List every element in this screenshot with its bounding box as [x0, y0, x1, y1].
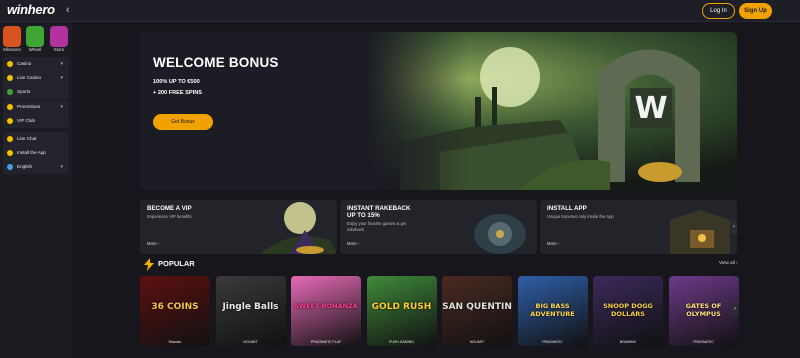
sidebar-item-label: Casino	[17, 61, 32, 66]
sidebar-item-label: English	[17, 164, 33, 169]
game-provider: PRAGMATIC PLAY	[310, 340, 342, 344]
promo-title: BECOME A VIP	[147, 205, 192, 212]
popular-section-title: POPULAR	[158, 259, 195, 268]
hero-offer-line1: 100% UP TO €500	[153, 79, 200, 85]
game-title: SWEET BONANZA	[294, 302, 358, 310]
promo-more-link[interactable]: More ›	[547, 241, 559, 246]
game-title: SAN QUENTIN	[442, 302, 512, 312]
game-card[interactable]: Jingle Balls NOLIMIT	[215, 276, 286, 346]
store-quick-link-icon[interactable]	[50, 26, 68, 47]
game-card[interactable]: GOLD RUSH PUSH GAMING	[366, 276, 437, 346]
hero-title: WELCOME BONUS	[153, 55, 279, 70]
missions-quick-link-icon[interactable]	[3, 26, 21, 47]
game-title: BIG BASS ADVENTURE	[530, 302, 575, 318]
sidebar-item-casino[interactable]: Casino ▾	[3, 57, 69, 71]
wheel-quick-link-label: Wheel	[28, 47, 42, 52]
game-card[interactable]: GATES OF OLYMPUS PRAGMATIC	[668, 276, 739, 346]
casino-icon	[7, 61, 13, 67]
sidebar-item-promotions[interactable]: Promotions ▾	[3, 100, 69, 114]
sidebar-item-english[interactable]: English ▾	[3, 160, 69, 174]
sidebar-group: Live Chat Install the App English ▾	[3, 132, 69, 174]
game-provider: PRAGMATIC	[542, 340, 563, 344]
chevron-down-icon[interactable]: ▾	[60, 57, 63, 71]
lightning-icon	[144, 258, 154, 271]
sidebar-item-vip-club[interactable]: VIP Club	[3, 114, 69, 128]
game-card[interactable]: SAN QUENTIN NOLIMIT	[442, 276, 512, 346]
sidebar-item-label: Sports	[17, 89, 31, 94]
promo-subtitle: Enjoy your favorite games & get rakeback	[347, 221, 407, 232]
signup-button[interactable]: Sign Up	[739, 3, 772, 19]
collapse-sidebar-icon[interactable]: ‹	[66, 4, 70, 16]
promo-card-rakeback[interactable]: INSTANT RAKEBACK UP TO 15% Enjoy your fa…	[340, 200, 537, 254]
promo-title: INSTANT RAKEBACK UP TO 15%	[347, 205, 411, 219]
main-content: W WELCOME BONUS 100% UP TO €500 + 200 FR…	[72, 22, 800, 358]
sidebar-item-install-the-app[interactable]: Install the App	[3, 146, 69, 160]
promo-more-link[interactable]: More ›	[147, 241, 159, 246]
promo-title: INSTALL APP	[547, 205, 587, 212]
live-casino-icon	[7, 75, 13, 81]
sidebar-item-sports[interactable]: Sports	[3, 85, 69, 99]
sidebar-item-label: Live Casino	[17, 75, 42, 80]
game-provider: NOLIMIT	[243, 340, 258, 344]
crown-icon	[7, 118, 13, 124]
missions-quick-link-label: Missions	[3, 47, 21, 52]
sidebar-item-label: Install the App	[17, 150, 46, 155]
sidebar-group: Promotions ▾ VIP Club	[3, 100, 69, 128]
game-title: 36 COINS	[151, 302, 199, 312]
promo-card-install-app[interactable]: INSTALL APP Unique bonuses only inside t…	[540, 200, 737, 254]
game-card[interactable]: SNOOP DOGG DOLLARS BGAMING	[593, 276, 663, 346]
promotions-icon	[7, 104, 13, 110]
game-card[interactable]: BIG BASS ADVENTURE PRAGMATIC	[517, 276, 588, 346]
sports-icon	[7, 89, 13, 95]
promo-next-arrow[interactable]: ›	[731, 221, 737, 234]
wheel-quick-link-icon[interactable]	[26, 26, 44, 47]
game-provider: BGAMING	[619, 340, 637, 344]
game-title: Jingle Balls	[222, 302, 279, 312]
game-provider: NOLIMIT	[469, 340, 485, 344]
sidebar-group: Casino ▾ Live Casino ▾ Sports	[3, 57, 69, 99]
chevron-down-icon[interactable]: ▾	[60, 100, 63, 114]
promo-more-link[interactable]: More ›	[347, 241, 359, 246]
welcome-bonus-banner[interactable]: W WELCOME BONUS 100% UP TO €500 + 200 FR…	[140, 32, 737, 190]
game-provider: PRAGMATIC	[693, 340, 714, 344]
game-card[interactable]: SWEET BONANZA PRAGMATIC PLAY	[291, 276, 361, 346]
login-button[interactable]: Log In	[702, 3, 735, 19]
sidebar-item-live-chat[interactable]: Live Chat	[3, 132, 69, 146]
games-next-arrow[interactable]: ›	[732, 303, 738, 316]
globe-icon	[7, 164, 13, 170]
game-title: SNOOP DOGG DOLLARS	[603, 302, 653, 318]
game-card[interactable]: 36 COINS Wazdan	[140, 276, 210, 346]
top-bar: winhero ‹ Log In Sign Up	[0, 0, 800, 22]
chevron-down-icon[interactable]: ▾	[60, 160, 63, 174]
game-title: GOLD RUSH	[371, 302, 432, 312]
sidebar-item-label: Live Chat	[17, 136, 37, 141]
sidebar-item-live-casino[interactable]: Live Casino ▾	[3, 71, 69, 85]
game-provider: PUSH GAMING	[389, 340, 414, 344]
promo-subtitle: Experience VIP benefits	[147, 214, 192, 219]
get-bonus-button[interactable]: Get Bonus	[153, 114, 213, 130]
game-title: GATES OF OLYMPUS	[685, 302, 722, 318]
view-all-link[interactable]: View all ›	[719, 260, 738, 265]
chevron-down-icon[interactable]: ▾	[60, 71, 63, 85]
hero-offer-line2: + 200 FREE SPINS	[153, 90, 202, 96]
sidebar-item-label: Promotions	[17, 104, 41, 109]
promo-card-vip[interactable]: BECOME A VIP Experience VIP benefits Mor…	[140, 200, 337, 254]
phone-icon	[7, 150, 13, 156]
chat-icon	[7, 136, 13, 142]
promo-subtitle: Unique bonuses only inside the App	[547, 214, 614, 219]
sidebar-item-label: VIP Club	[17, 118, 36, 123]
winhero-logo[interactable]: winhero	[7, 2, 55, 17]
game-provider: Wazdan	[168, 340, 182, 344]
store-quick-link-label: Store	[53, 47, 65, 52]
sidebar: Missions Wheel Store Casino ▾ Live Casino ▾ Spo…	[0, 22, 72, 358]
